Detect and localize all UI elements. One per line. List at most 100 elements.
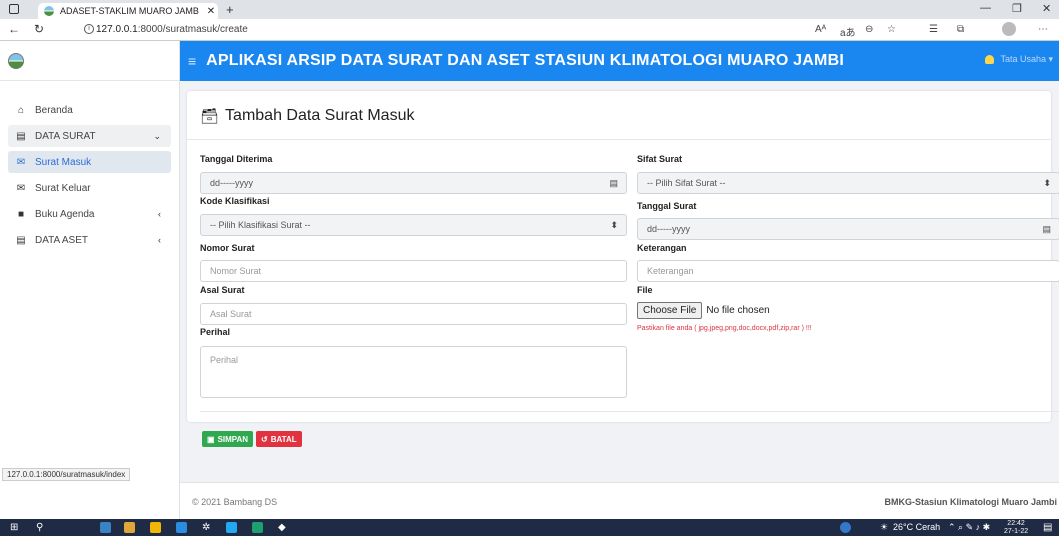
nomor-surat-placeholder: Nomor Surat [210,266,262,276]
restore-icon[interactable]: ❐ [1012,2,1022,15]
sidebar-item-beranda[interactable]: ⌂ Beranda [8,99,171,121]
more-menu-icon[interactable]: ⋯ [1038,24,1048,35]
sidebar-item-surat-keluar[interactable]: ✉ Surat Keluar [8,177,171,199]
status-url: 127.0.0.1:8000/suratmasuk/index [2,468,131,481]
url-path: :8000/suratmasuk/create [137,24,248,35]
file-explorer-icon[interactable] [124,522,135,533]
page-title-text: Tambah Data Surat Masuk [225,107,415,124]
sidebar-item-label: DATA ASET [35,234,88,246]
back-icon[interactable]: ← [8,22,20,36]
profile-avatar[interactable] [1002,22,1016,36]
window-close-icon[interactable]: ✕ [1042,2,1051,15]
sidebar-item-label: Beranda [35,104,73,116]
close-tab-icon[interactable]: ✕ [204,6,218,17]
minimize-icon[interactable]: — [980,2,991,14]
settings-icon[interactable]: ✲ [202,522,210,533]
form-divider [200,411,1059,412]
book-icon: ■ [17,208,25,220]
notifications-icon[interactable]: ▤ [1043,522,1052,533]
site-info-icon[interactable]: i [84,24,94,34]
footer: © 2021 Bambang DS BMKG-Stasiun Klimatolo… [180,482,1059,519]
top-navbar: ≡ APLIKASI ARSIP DATA SURAT DAN ASET STA… [180,41,1059,81]
tab-title: ADASET-STAKLIM MUARO JAMB [60,6,199,16]
refresh-icon[interactable]: ↻ [34,22,44,36]
sidebar-item-data-surat[interactable]: ▤ DATA SURAT ⌄ [8,125,171,147]
sidebar-item-buku-agenda[interactable]: ■ Buku Agenda ‹ [8,203,171,225]
form-card: 🗃 Tambah Data Surat Masuk Tanggal Diteri… [187,91,1059,422]
tray-icons[interactable]: ⌃ ⌕ ✎ ♪ ✱ [948,522,990,533]
weather-text[interactable]: 26°C Cerah [893,522,940,532]
save-button[interactable]: ▣ SIMPAN [202,431,254,447]
file-status: No file chosen [706,305,770,316]
tanggal-diterima-input[interactable]: dd-----yyyy ▤ [200,172,627,194]
brand-logo[interactable] [0,41,179,81]
task-view-icon[interactable] [100,522,111,533]
tab-actions-icon[interactable] [9,4,19,14]
select-arrows-icon: ⬍ [610,220,618,230]
user-icon [985,55,995,65]
favicon-icon [44,6,54,16]
new-tab-icon[interactable]: + [226,2,234,17]
browser-tabbar: ADASET-STAKLIM MUARO JAMB ✕ + — ❐ ✕ [0,0,1059,19]
url-host: 127.0.0.1 [96,24,138,35]
perihal-textarea[interactable]: Perihal [200,346,627,398]
app-icon-2[interactable]: ◆ [278,522,286,533]
kode-klasifikasi-select[interactable]: -- Pilih Klasifikasi Surat -- ⬍ [200,214,627,236]
weather-icon: ☀ [880,522,889,532]
url-field[interactable]: 127.0.0.1:8000/suratmasuk/create [96,24,248,35]
zoom-icon[interactable]: ⊖ [865,24,873,35]
nomor-surat-label: Nomor Surat [200,243,255,253]
chevron-down-icon: ⌄ [153,130,161,141]
vscode-icon[interactable] [226,522,237,533]
asal-surat-label: Asal Surat [200,285,245,295]
undo-icon: ↺ [261,434,268,444]
envelope-icon: ✉ [16,156,26,168]
browser-tab[interactable]: ADASET-STAKLIM MUARO JAMB ✕ [38,3,218,19]
chrome-icon[interactable] [252,522,263,533]
sifat-surat-select[interactable]: -- Pilih Sifat Surat -- ⬍ [637,172,1059,194]
page-title: 🗃 Tambah Data Surat Masuk [200,107,414,125]
search-icon[interactable]: ⚲ [36,522,43,533]
read-aloud-icon[interactable]: aあ [840,24,856,39]
cancel-label: BATAL [270,434,297,444]
main-content: 🗃 Tambah Data Surat Masuk Tanggal Diteri… [180,81,1059,519]
choose-file-button[interactable]: Choose File [637,302,703,319]
clock[interactable]: 22:42 27-1-22 [1004,520,1028,536]
sifat-surat-label: Sifat Surat [637,154,683,164]
help-icon[interactable] [840,522,851,533]
collections-icon[interactable]: ⧉ [957,24,964,35]
asal-surat-input[interactable]: Asal Surat [200,303,627,325]
calendar-icon[interactable]: ▤ [1042,224,1051,235]
title-divider [187,139,1051,140]
tanggal-surat-input[interactable]: dd-----yyyy ▤ [637,218,1059,240]
perihal-placeholder: Perihal [210,355,239,365]
tanggal-surat-placeholder: dd-----yyyy [647,224,690,234]
favorites-list-icon[interactable]: ☰ [929,24,938,35]
calendar-icon[interactable]: ▤ [609,178,618,189]
cancel-button[interactable]: ↺ BATAL [256,431,302,447]
app-title: APLIKASI ARSIP DATA SURAT DAN ASET STASI… [206,52,844,69]
keterangan-input[interactable]: Keterangan [637,260,1059,282]
user-menu[interactable]: Tata Usaha ▾ [985,54,1053,65]
windows-start-icon[interactable]: ⊞ [10,522,18,533]
chevron-left-icon: ‹ [158,209,161,219]
sidebar-item-surat-masuk[interactable]: ✉ Surat Masuk [8,151,171,173]
sidebar-item-data-aset[interactable]: ▤ DATA ASET ‹ [8,229,171,251]
kode-klasifikasi-value: -- Pilih Klasifikasi Surat -- [210,220,311,230]
chevron-left-icon: ‹ [158,235,161,245]
reader-view-icon[interactable]: Aᴬ [815,24,826,35]
tanggal-surat-label: Tanggal Surat [637,201,697,211]
archive-icon: ▤ [16,130,26,142]
bmkg-logo-icon [8,52,24,69]
edge-icon[interactable] [176,522,187,533]
nomor-surat-input[interactable]: Nomor Surat [200,260,627,282]
clock-date: 27-1-22 [1004,528,1029,535]
hamburger-icon[interactable]: ≡ [188,53,196,69]
file-label: File [637,285,653,295]
sifat-surat-value: -- Pilih Sifat Surat -- [647,178,726,188]
app-icon[interactable] [150,522,161,533]
footer-org: BMKG-Stasiun Klimatologi Muaro Jambi [884,497,1057,507]
sidebar-menu: ⌂ Beranda ▤ DATA SURAT ⌄ ✉ Surat Masuk ✉… [0,81,179,251]
app: ⌂ Beranda ▤ DATA SURAT ⌄ ✉ Surat Masuk ✉… [0,41,1059,519]
favorite-star-icon[interactable]: ☆ [887,24,896,35]
